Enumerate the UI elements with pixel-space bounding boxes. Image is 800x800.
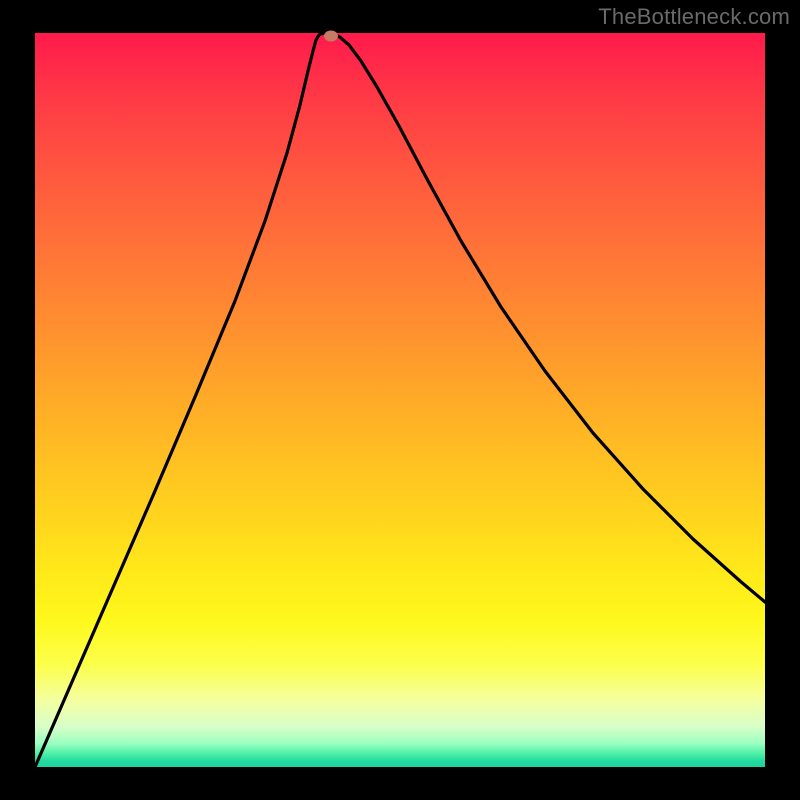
bottleneck-curve	[35, 33, 765, 767]
chart-root: TheBottleneck.com	[0, 0, 800, 800]
curve-path	[35, 33, 765, 767]
optimal-point-marker	[324, 31, 338, 42]
watermark-text: TheBottleneck.com	[598, 4, 790, 30]
plot-area	[35, 33, 765, 767]
